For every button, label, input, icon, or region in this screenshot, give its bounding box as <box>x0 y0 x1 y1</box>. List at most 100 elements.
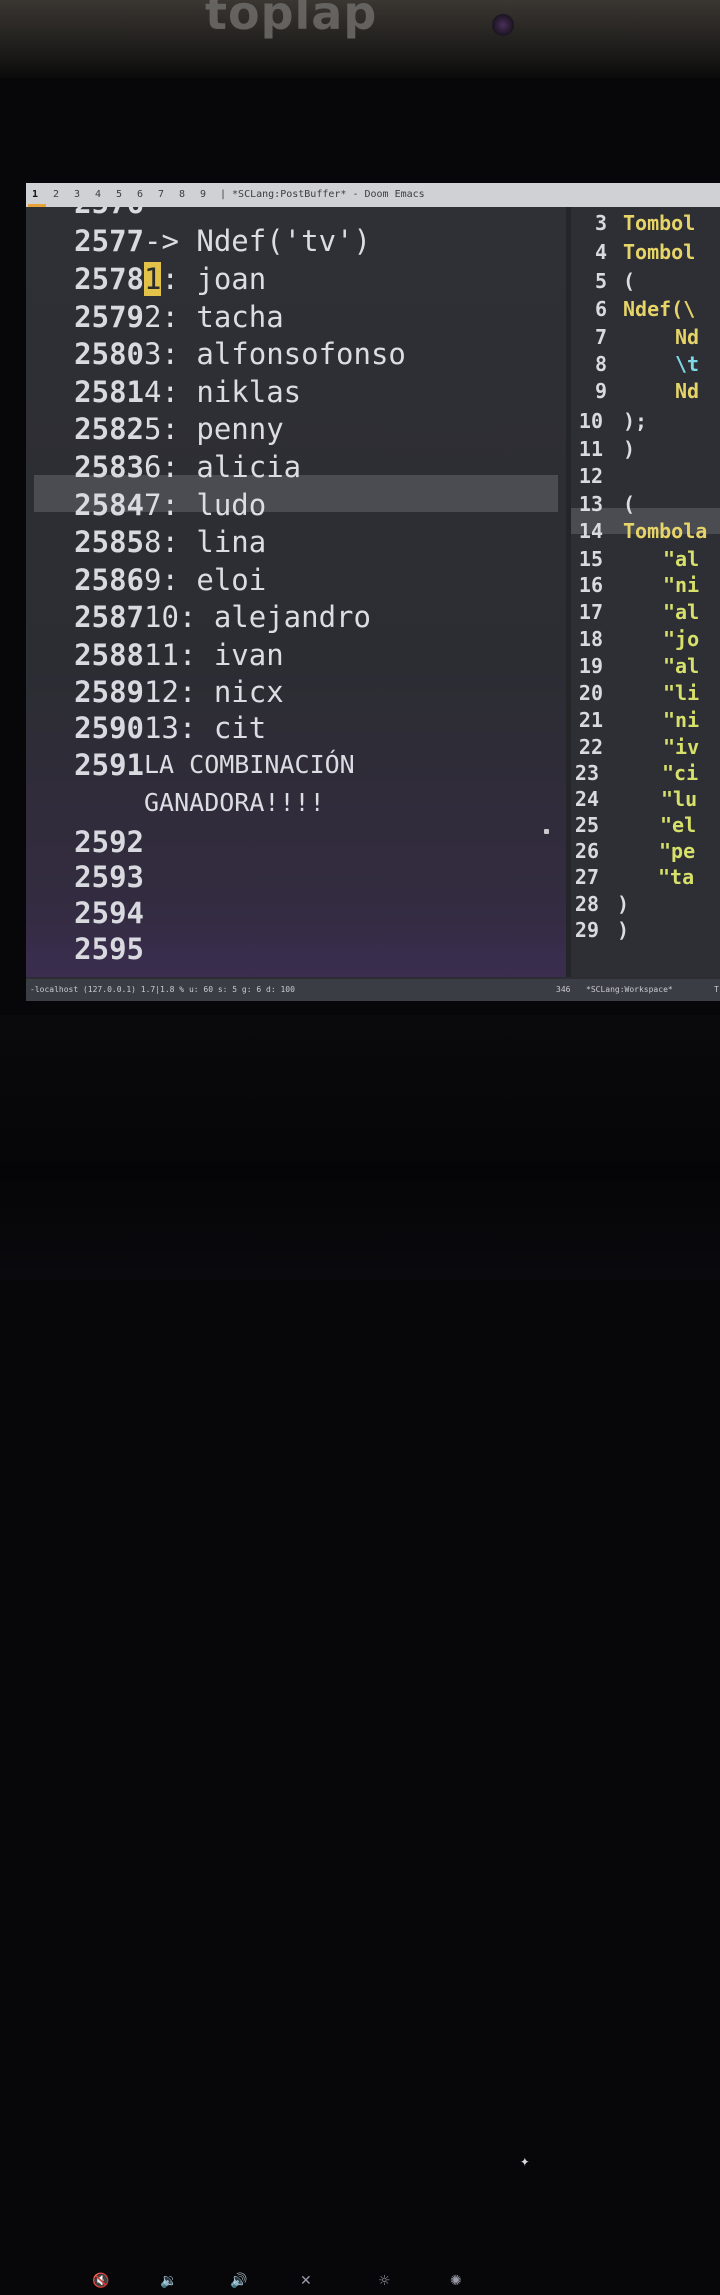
mode-line: -localhost (127.0.0.1) 1.7|1.8 % u: 60 s… <box>26 979 720 1001</box>
line-number: 2595 <box>74 932 144 966</box>
code-line: "al <box>663 654 700 678</box>
line-number: 7 <box>594 325 607 349</box>
line-number: 5 <box>594 269 607 293</box>
code-line: "al <box>663 600 700 624</box>
modeline-left-status: -localhost (127.0.0.1) 1.7|1.8 % u: 60 s… <box>30 985 295 994</box>
post-output-line: GANADORA!!!! <box>144 788 325 817</box>
line-number: 2577 <box>74 224 144 258</box>
line-number: 2578 <box>74 262 144 296</box>
line-number: 13 <box>578 492 603 516</box>
tab-8[interactable]: 8 <box>179 189 185 200</box>
line-number: 2594 <box>74 896 144 930</box>
line-number: 2580 <box>74 337 144 371</box>
line-number: 2585 <box>74 525 144 559</box>
line-number: 2591 <box>74 748 144 782</box>
code-line: ( <box>623 492 636 516</box>
code-line: "lu <box>661 787 698 811</box>
post-output-line: 13: cit <box>144 711 267 745</box>
post-output-line: 6: alicia <box>144 450 302 484</box>
post-output-line: 8: lina <box>144 525 267 559</box>
volume-down-icon[interactable]: 🔉 <box>160 2273 177 2289</box>
tab-2[interactable]: 2 <box>53 189 59 200</box>
line-number: 16 <box>578 573 603 597</box>
volume-up-icon[interactable]: 🔊 <box>230 2273 247 2289</box>
code-line: Ndef(\ <box>623 297 696 321</box>
tab-5[interactable]: 5 <box>116 189 122 200</box>
line-number: 22 <box>578 735 603 759</box>
line-number: 2589 <box>74 675 144 709</box>
code-line: ) <box>623 437 636 461</box>
code-line: Tombol <box>623 240 696 264</box>
volume-mute-icon[interactable]: 🔇 <box>92 2273 109 2289</box>
line-number: 10 <box>578 409 603 433</box>
post-output-line: 11: ivan <box>144 638 284 672</box>
line-number: 17 <box>578 600 603 624</box>
code-line: ) <box>617 892 630 916</box>
post-output-line: 1: joan <box>144 262 267 296</box>
tab-1[interactable]: 1 <box>32 189 38 200</box>
fringe-marker <box>544 829 549 834</box>
brightness-up-icon[interactable]: ✺ <box>450 2273 462 2289</box>
code-line: ) <box>617 918 630 942</box>
line-number: 20 <box>578 681 603 705</box>
line-number: 25 <box>574 813 599 837</box>
line-number: 23 <box>574 761 599 785</box>
line-number: 11 <box>578 437 603 461</box>
post-buffer-window[interactable]: 2576 2577-> Ndef('tv')25781: joan25792: t… <box>26 207 566 977</box>
line-number: 2588 <box>74 638 144 672</box>
sticker-brand: toplap <box>205 0 378 40</box>
line-number: 24 <box>574 787 599 811</box>
line-number: 3 <box>594 211 607 235</box>
code-line: ( <box>623 269 636 293</box>
line-number: 2579 <box>74 300 144 334</box>
line-number: 2590 <box>74 711 144 745</box>
line-number: 27 <box>574 865 599 889</box>
post-output-line: 5: penny <box>144 412 284 446</box>
code-line: ); <box>623 409 648 433</box>
post-output-line: 9: eloi <box>144 563 267 597</box>
code-line: "ta <box>658 865 695 889</box>
text-cursor: 1 <box>144 262 162 296</box>
post-output-line: 3: alfonsofonso <box>144 337 406 371</box>
mic-mute-icon[interactable]: ✕ <box>300 2273 312 2289</box>
code-line: "jo <box>663 627 700 651</box>
line-number: 4 <box>594 240 607 264</box>
workspace-window[interactable]: 3 Tombol 4 Tombol 5 (6 Ndef(\ 7 Nd 8 \t 9 Nd 10); 11) 1… <box>571 207 720 977</box>
line-number: 2576 <box>52 207 144 218</box>
line-number: 2587 <box>74 600 144 634</box>
line-number: 2581 <box>74 375 144 409</box>
tab-6[interactable]: 6 <box>137 189 143 200</box>
webcam-lens <box>492 14 514 36</box>
code-line: "ci <box>662 761 699 785</box>
line-number: 18 <box>578 627 603 651</box>
line-number: 9 <box>594 379 607 403</box>
brightness-down-icon[interactable]: ☼ <box>378 2273 391 2289</box>
modeline-right-line: 346 <box>556 985 571 994</box>
line-number: 14 <box>578 519 603 543</box>
post-output-line: 2: tacha <box>144 300 284 334</box>
code-line: "ni <box>663 708 700 732</box>
tab-3[interactable]: 3 <box>74 189 80 200</box>
line-number: 2586 <box>74 563 144 597</box>
code-line: Nd <box>675 325 700 349</box>
tab-7[interactable]: 7 <box>158 189 164 200</box>
post-output-line: 4: niklas <box>144 375 302 409</box>
code-line: Tombola <box>623 519 708 543</box>
emacs-frame: | *SCLang:PostBuffer* - Doom Emacs 12345… <box>26 183 720 1001</box>
tab-9[interactable]: 9 <box>200 189 206 200</box>
tab-4[interactable]: 4 <box>95 189 101 200</box>
line-number: 2582 <box>74 412 144 446</box>
line-number: 2593 <box>74 860 144 894</box>
line-number: 15 <box>578 547 603 571</box>
frame-title: | *SCLang:PostBuffer* - Doom Emacs <box>220 189 425 200</box>
post-output-line: 7: ludo <box>144 488 267 522</box>
keyboard-function-keys: 🔇 🔉 🔊 ✕ ☼ ✺ <box>0 2273 720 2295</box>
code-line: \t <box>675 352 700 376</box>
post-output-line: LA COMBINACIÓN <box>144 750 355 779</box>
line-number: 12 <box>578 464 603 488</box>
post-output-line: 12: nicx <box>144 675 284 709</box>
code-line: "iv <box>663 735 700 759</box>
line-number: 26 <box>574 839 599 863</box>
code-line: Tombol <box>623 211 696 235</box>
code-line: "li <box>663 681 700 705</box>
